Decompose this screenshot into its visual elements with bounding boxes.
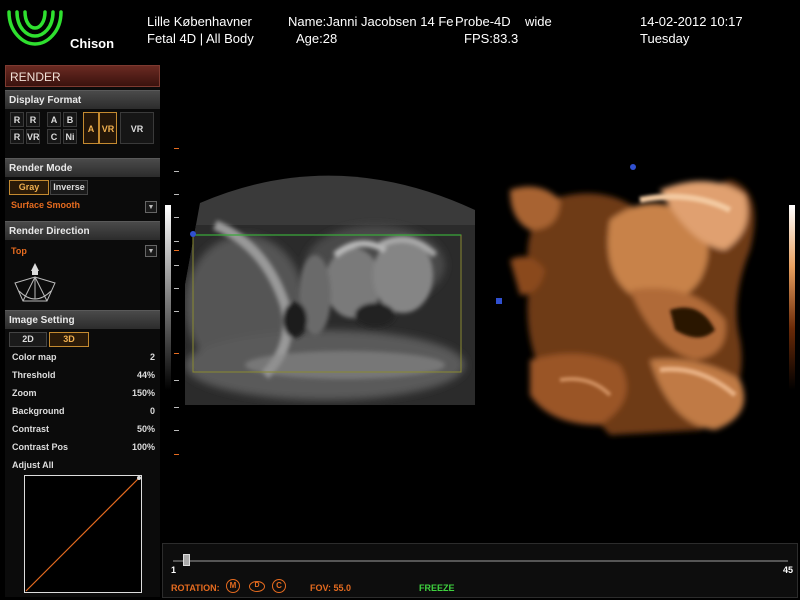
tab-3d[interactable]: 3D xyxy=(49,332,89,347)
setting-label: Color map xyxy=(12,352,57,362)
surface-mode-value: Surface Smooth xyxy=(11,200,81,210)
setting-value: 150% xyxy=(131,388,155,398)
setting-contrast[interactable]: Contrast 50% xyxy=(12,422,155,436)
cine-slider-track[interactable] xyxy=(173,560,788,562)
rotation-c-icon[interactable]: C xyxy=(272,579,286,593)
chison-logo-icon xyxy=(7,10,63,46)
rotation-c-text: C xyxy=(276,581,282,590)
bscan-image[interactable] xyxy=(175,165,485,405)
render-direction-icon[interactable] xyxy=(11,261,59,309)
patient-age: Age:28 xyxy=(296,31,338,46)
brand-name: Chison xyxy=(70,36,115,51)
cine-bar: 1 45 ROTATION: M D C FOV: 55.0 FREEZE xyxy=(162,543,798,598)
fov-readout: FOV: 55.0 xyxy=(310,583,352,593)
rotation-m-icon[interactable]: M xyxy=(226,579,240,593)
direction-dropdown[interactable]: ▼ xyxy=(145,245,157,257)
setting-value: 100% xyxy=(131,442,155,452)
probe-label: Probe-4D xyxy=(455,14,511,29)
rotation-label: ROTATION: xyxy=(171,583,220,593)
weekday: Tuesday xyxy=(640,31,690,46)
probe-mode: wide xyxy=(525,14,552,29)
format-vr-selected[interactable]: VR xyxy=(99,112,117,144)
adjust-all-label: Adjust All xyxy=(12,460,54,470)
date-time: 14-02-2012 10:17 xyxy=(640,14,743,29)
render-panel: RENDER Display Format R R A B R VR C Ni … xyxy=(5,65,160,597)
hospital-name: Lille København​er xyxy=(147,14,252,29)
setting-label: Zoom xyxy=(12,388,37,398)
slider-max: 45 xyxy=(783,565,794,575)
setting-label: Threshold xyxy=(12,370,56,380)
format-a-selected[interactable]: A xyxy=(83,112,99,144)
gray-map-bar xyxy=(165,205,171,390)
setting-background[interactable]: Background 0 xyxy=(12,404,155,418)
format-vr-full[interactable]: VR xyxy=(120,112,154,144)
render-mode-title: Render Mode xyxy=(5,158,160,177)
format-c[interactable]: C xyxy=(47,129,61,144)
setting-label: Contrast Pos xyxy=(12,442,69,452)
image-setting-title: Image Setting xyxy=(5,310,160,329)
setting-zoom[interactable]: Zoom 150% xyxy=(12,386,155,400)
setting-value: 2 xyxy=(149,352,155,362)
format-ni[interactable]: Ni xyxy=(63,129,77,144)
gray-button[interactable]: Gray xyxy=(9,180,49,195)
setting-value: 44% xyxy=(136,370,155,380)
rotation-m-text: M xyxy=(229,581,237,590)
panel-title: RENDER xyxy=(5,65,160,87)
format-vr-1[interactable]: VR xyxy=(26,129,40,144)
setting-value: 0 xyxy=(149,406,155,416)
format-b[interactable]: B xyxy=(63,112,77,127)
rotation-d-icon[interactable]: D xyxy=(249,581,265,592)
setting-value: 50% xyxy=(136,424,155,434)
surface-mode-dropdown[interactable]: ▼ xyxy=(145,201,157,213)
setting-label: Contrast xyxy=(12,424,50,434)
cine-slider-thumb[interactable] xyxy=(183,554,190,566)
tab-2d[interactable]: 2D xyxy=(9,332,47,347)
format-r-1[interactable]: R xyxy=(10,112,24,127)
exam-type: Fetal 4D | All Body xyxy=(147,31,254,46)
setting-label: Background xyxy=(12,406,65,416)
patient-name: Name:Janni Jacobsen 14 Fe xyxy=(288,14,454,29)
format-r-3[interactable]: R xyxy=(10,129,24,144)
setting-contrast-pos[interactable]: Contrast Pos 100% xyxy=(12,440,155,454)
direction-value: Top xyxy=(11,246,27,256)
display-format-title: Display Format xyxy=(5,90,160,109)
inverse-button[interactable]: Inverse xyxy=(50,180,88,195)
slider-min: 1 xyxy=(171,565,177,575)
format-r-2[interactable]: R xyxy=(26,112,40,127)
freeze-status: FREEZE xyxy=(419,583,455,593)
render-direction-title: Render Direction xyxy=(5,221,160,240)
contrast-curve[interactable] xyxy=(24,475,142,593)
setting-threshold[interactable]: Threshold 44% xyxy=(12,368,155,382)
rotation-d-text: D xyxy=(254,582,260,589)
volume-render-image[interactable] xyxy=(490,160,790,445)
setting-color-map[interactable]: Color map 2 xyxy=(12,350,155,364)
fps-readout: FPS:83.3 xyxy=(464,31,519,46)
format-a[interactable]: A xyxy=(47,112,61,127)
